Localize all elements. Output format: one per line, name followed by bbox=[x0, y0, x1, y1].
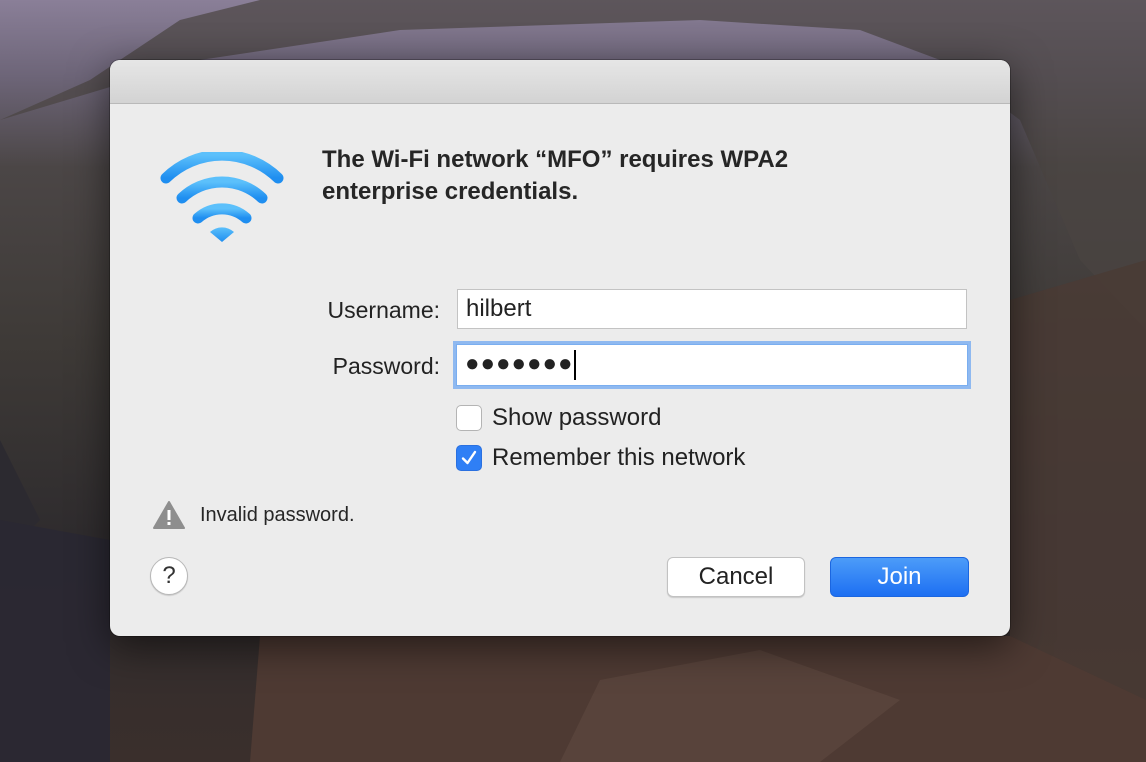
username-label: Username: bbox=[327, 297, 440, 323]
remember-network-row[interactable]: Remember this network bbox=[456, 443, 745, 473]
checkmark-icon bbox=[461, 450, 477, 465]
error-text: Invalid password. bbox=[200, 503, 355, 526]
username-field[interactable]: hilbert bbox=[457, 289, 967, 329]
help-button[interactable]: ? bbox=[150, 557, 188, 595]
dialog-titlebar[interactable] bbox=[110, 60, 1010, 104]
cancel-button[interactable]: Cancel bbox=[667, 557, 805, 597]
show-password-checkbox[interactable] bbox=[456, 405, 482, 431]
join-button[interactable]: Join bbox=[830, 557, 969, 597]
wifi-credentials-dialog: The Wi-Fi network “MFO” requires WPA2 en… bbox=[110, 60, 1010, 636]
text-caret bbox=[574, 349, 577, 380]
show-password-label[interactable]: Show password bbox=[492, 404, 661, 432]
password-label: Password: bbox=[332, 353, 440, 379]
password-field[interactable]: ●●●●●●● bbox=[456, 344, 968, 386]
password-value: ●●●●●●● bbox=[465, 350, 574, 377]
show-password-row[interactable]: Show password bbox=[456, 403, 661, 433]
warning-icon bbox=[153, 501, 185, 529]
wifi-icon bbox=[160, 152, 284, 242]
error-message: Invalid password. bbox=[152, 500, 355, 530]
remember-network-label[interactable]: Remember this network bbox=[492, 444, 745, 472]
remember-network-checkbox[interactable] bbox=[456, 445, 482, 471]
dialog-message: The Wi-Fi network “MFO” requires WPA2 en… bbox=[322, 146, 789, 205]
username-value: hilbert bbox=[466, 295, 532, 322]
